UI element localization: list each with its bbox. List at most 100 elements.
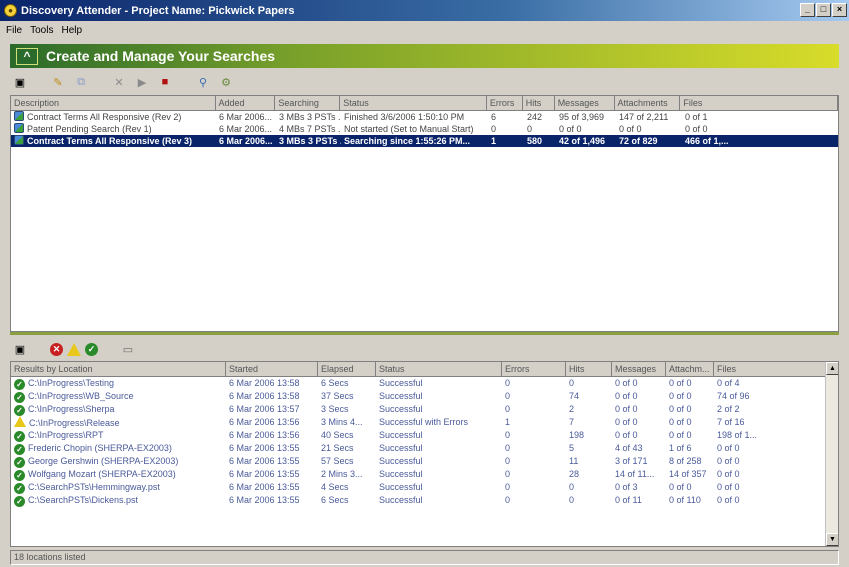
result-row[interactable]: ✓ C:\InProgress\RPT 6 Mar 2006 13:56 40 Sec… (11, 429, 838, 442)
searches-table: Description Added Searching Status Error… (10, 95, 839, 332)
success-icon: ✓ (14, 431, 25, 442)
success-icon: ✓ (14, 496, 25, 507)
warning-filter-icon[interactable] (67, 342, 81, 356)
col-messages[interactable]: Messages (554, 96, 615, 111)
menu-tools[interactable]: Tools (26, 25, 57, 36)
app-logo-icon: ● (4, 4, 17, 17)
col-status[interactable]: Status (340, 96, 487, 111)
result-status: Successful with Errors (379, 417, 469, 427)
result-elapsed: 4 Secs (321, 482, 349, 492)
close-button[interactable]: × (832, 3, 847, 17)
result-location: C:\InProgress\Testing (28, 378, 115, 388)
menu-file[interactable]: File (2, 25, 26, 36)
result-errors: 0 (505, 495, 511, 505)
result-row[interactable]: C:\InProgress\Release 6 Mar 2006 13:56 3 M… (11, 416, 838, 429)
col-errors[interactable]: Errors (486, 96, 523, 111)
error-filter-icon[interactable]: ✕ (50, 342, 63, 356)
minimize-button[interactable]: _ (800, 3, 815, 17)
search-row[interactable]: Contract Terms All Responsive (Rev 2) 6 … (11, 111, 838, 123)
delete-icon[interactable]: ✕ (109, 73, 129, 91)
result-attachments: 0 of 0 (669, 391, 692, 401)
result-attachments: 0 of 0 (669, 482, 692, 492)
search-settings-icon[interactable]: ⚙ (216, 73, 236, 91)
search-row-selected[interactable]: Contract Terms All Responsive (Rev 3) 6 … (11, 135, 838, 147)
result-elapsed: 21 Secs (321, 443, 354, 453)
result-messages: 14 of 11... (615, 469, 655, 479)
search-row[interactable]: Patent Pending Search (Rev 1) 6 Mar 2006… (11, 123, 838, 135)
result-elapsed: 3 Mins 4... (321, 417, 363, 427)
result-elapsed: 2 Mins 3... (321, 469, 363, 479)
new-search-icon[interactable]: ▣ (10, 73, 30, 91)
result-row[interactable]: ✓ George Gershwin (SHERPA-EX2003) 6 Mar 20… (11, 455, 838, 468)
result-status: Successful (379, 456, 423, 466)
col-description[interactable]: Description (11, 96, 216, 111)
col-started[interactable]: Started (226, 362, 318, 377)
collapse-icon[interactable]: ^ (16, 47, 38, 65)
menu-help[interactable]: Help (57, 25, 86, 36)
col-result-errors[interactable]: Errors (502, 362, 566, 377)
col-searching[interactable]: Searching (275, 96, 341, 111)
results-rows: ✓ C:\InProgress\Testing 6 Mar 2006 13:58 6 … (11, 377, 838, 507)
col-result-messages[interactable]: Messages (612, 362, 666, 377)
success-filter-icon[interactable]: ✓ (85, 342, 98, 356)
result-hits: 5 (569, 443, 575, 453)
col-result-status[interactable]: Status (376, 362, 502, 377)
result-files: 0 of 0 (717, 495, 740, 505)
result-started: 6 Mar 2006 13:55 (229, 495, 300, 505)
result-attachments: 8 of 258 (669, 456, 702, 466)
play-icon[interactable]: ▶ (132, 73, 152, 91)
result-row[interactable]: ✓ C:\InProgress\Testing 6 Mar 2006 13:58 6 … (11, 377, 838, 390)
col-location[interactable]: Results by Location (11, 362, 226, 377)
result-row[interactable]: ✓ C:\InProgress\WB_Source 6 Mar 2006 13:58… (11, 390, 838, 403)
title-bar[interactable]: ● Discovery Attender - Project Name: Pic… (0, 0, 849, 21)
success-icon: ✓ (14, 392, 25, 403)
result-errors: 0 (505, 456, 511, 466)
maximize-button[interactable]: □ (816, 3, 831, 17)
result-row[interactable]: ✓ C:\SearchPSTs\Dickens.pst 6 Mar 2006 13:… (11, 494, 838, 507)
result-messages: 0 of 0 (615, 391, 638, 401)
result-row[interactable]: ✓ Wolfgang Mozart (SHERPA-EX2003) 6 Mar 20… (11, 468, 838, 481)
search-status: Finished 3/6/2006 1:50:10 PM (344, 112, 465, 122)
col-attachments[interactable]: Attachments (614, 96, 681, 111)
result-hits: 7 (569, 417, 575, 427)
col-files[interactable]: Files (680, 96, 838, 111)
result-hits: 198 (569, 430, 585, 440)
searches-header: Description Added Searching Status Error… (11, 96, 838, 111)
result-elapsed: 6 Secs (321, 495, 349, 505)
result-hits: 74 (569, 391, 580, 401)
stop-icon[interactable]: ■ (155, 73, 175, 91)
result-location: Wolfgang Mozart (SHERPA-EX2003) (28, 469, 176, 479)
search-messages: 42 of 1,496 (559, 136, 606, 146)
banner-title: Create and Manage Your Searches (46, 48, 276, 64)
result-started: 6 Mar 2006 13:57 (229, 404, 300, 414)
result-elapsed: 3 Secs (321, 404, 349, 414)
edit-search-icon[interactable]: ✎ (48, 73, 68, 91)
result-row[interactable]: ✓ C:\InProgress\Sherpa 6 Mar 2006 13:57 3 S… (11, 403, 838, 416)
new-result-icon[interactable]: ▣ (10, 340, 30, 358)
copy-search-icon[interactable]: ⧉ (71, 73, 91, 91)
result-status: Successful (379, 404, 423, 414)
success-icon: ✓ (14, 405, 25, 416)
success-icon: ✓ (14, 457, 25, 468)
results-scrollbar[interactable]: ▲ ▼ (825, 362, 838, 546)
col-result-hits[interactable]: Hits (566, 362, 612, 377)
col-elapsed[interactable]: Elapsed (318, 362, 376, 377)
col-added[interactable]: Added (215, 96, 276, 111)
search-users-icon[interactable]: ⚲ (193, 73, 213, 91)
result-row[interactable]: ✓ C:\SearchPSTs\Hemmingway.pst 6 Mar 2006 … (11, 481, 838, 494)
search-added: 6 Mar 2006... (219, 112, 273, 122)
book-icon[interactable]: ▭ (118, 340, 138, 358)
result-files: 2 of 2 (717, 404, 740, 414)
col-result-files[interactable]: Files (714, 362, 827, 377)
col-hits[interactable]: Hits (522, 96, 555, 111)
scroll-up-icon[interactable]: ▲ (826, 362, 838, 375)
app-window: ● Discovery Attender - Project Name: Pic… (0, 0, 849, 567)
results-header: Results by Location Started Elapsed Stat… (11, 362, 838, 377)
results-table: Results by Location Started Elapsed Stat… (10, 361, 839, 547)
result-row[interactable]: ✓ Frederic Chopin (SHERPA-EX2003) 6 Mar 20… (11, 442, 838, 455)
result-files: 74 of 96 (717, 391, 750, 401)
search-description: Contract Terms All Responsive (Rev 3) (27, 136, 193, 146)
col-result-attachments[interactable]: Attachm... (666, 362, 714, 377)
pane-splitter[interactable] (10, 332, 839, 335)
scroll-down-icon[interactable]: ▼ (826, 533, 838, 546)
